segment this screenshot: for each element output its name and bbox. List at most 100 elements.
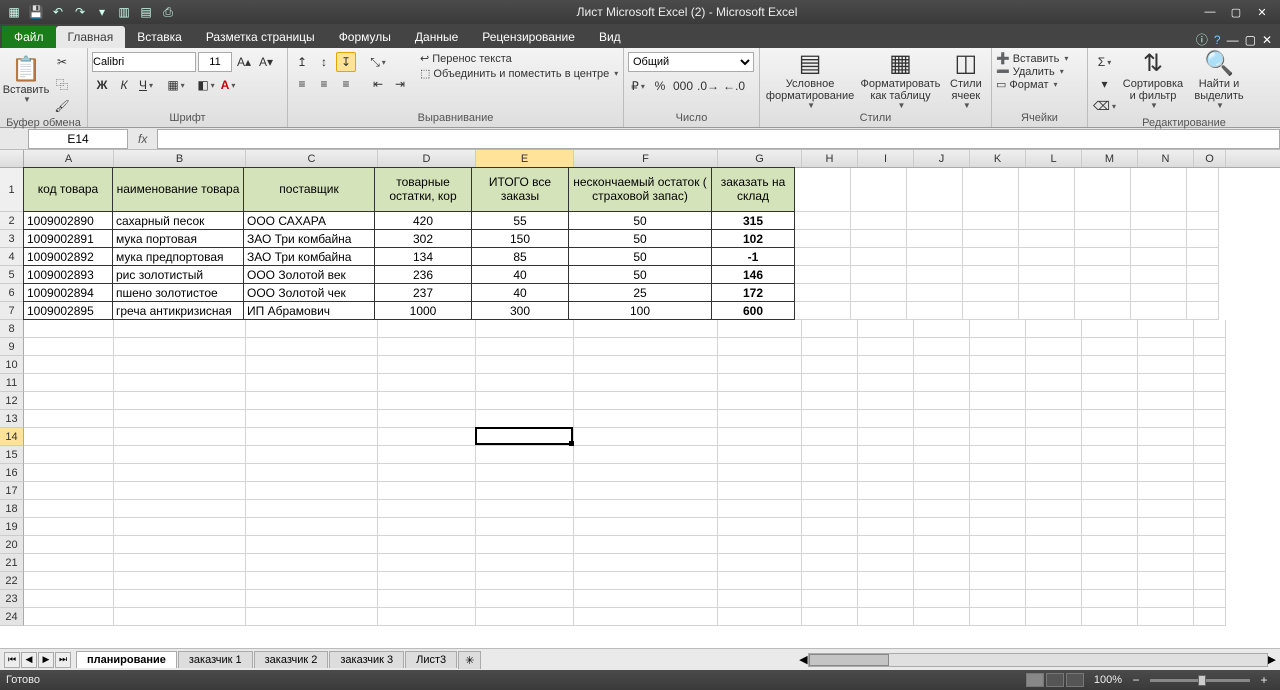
cell-O20[interactable]	[1194, 536, 1226, 554]
cell-E15[interactable]	[476, 446, 574, 464]
sheet-first-button[interactable]: ⏮	[4, 652, 20, 668]
col-header-J[interactable]: J	[914, 150, 970, 167]
cell-N5[interactable]	[1131, 266, 1187, 284]
cell-I3[interactable]	[851, 230, 907, 248]
cell-A22[interactable]	[24, 572, 114, 590]
sheet-prev-button[interactable]: ◀	[21, 652, 37, 668]
cell-I14[interactable]	[858, 428, 914, 446]
cell-M14[interactable]	[1082, 428, 1138, 446]
col-header-H[interactable]: H	[802, 150, 858, 167]
grow-font-button[interactable]: A▴	[234, 52, 254, 72]
cell-J6[interactable]	[907, 284, 963, 302]
cell-E6[interactable]: 40	[471, 283, 569, 302]
cell-O4[interactable]	[1187, 248, 1219, 266]
cell-E20[interactable]	[476, 536, 574, 554]
font-size-combo[interactable]	[198, 52, 232, 72]
row-header-22[interactable]: 22	[0, 572, 24, 590]
cell-B7[interactable]: греча антикризисная	[112, 301, 244, 320]
format-as-table-button[interactable]: ▦Форматировать как таблицу▼	[860, 52, 941, 110]
cell-E4[interactable]: 85	[471, 247, 569, 266]
cell-L23[interactable]	[1026, 590, 1082, 608]
cell-N10[interactable]	[1138, 356, 1194, 374]
cell-N23[interactable]	[1138, 590, 1194, 608]
cell-L20[interactable]	[1026, 536, 1082, 554]
cell-J14[interactable]	[914, 428, 970, 446]
cell-D11[interactable]	[378, 374, 476, 392]
sheet-tab-заказчик 2[interactable]: заказчик 2	[254, 651, 329, 668]
cell-F23[interactable]	[574, 590, 718, 608]
cell-B11[interactable]	[114, 374, 246, 392]
cell-K18[interactable]	[970, 500, 1026, 518]
cell-N6[interactable]	[1131, 284, 1187, 302]
format-cells-button[interactable]: ▭Формат▾	[996, 78, 1058, 91]
cell-D2[interactable]: 420	[374, 211, 472, 230]
align-center-button[interactable]: ≡	[314, 74, 334, 94]
bold-button[interactable]: Ж	[92, 75, 112, 95]
cell-L2[interactable]	[1019, 212, 1075, 230]
cell-J22[interactable]	[914, 572, 970, 590]
shrink-font-button[interactable]: A▾	[256, 52, 276, 72]
cell-N9[interactable]	[1138, 338, 1194, 356]
cell-G18[interactable]	[718, 500, 802, 518]
cell-O13[interactable]	[1194, 410, 1226, 428]
cell-E18[interactable]	[476, 500, 574, 518]
cell-L1[interactable]	[1019, 168, 1075, 212]
zoom-level[interactable]: 100%	[1094, 674, 1122, 686]
orientation-button[interactable]: ⤡▾	[368, 52, 388, 72]
cell-I20[interactable]	[858, 536, 914, 554]
cell-C18[interactable]	[246, 500, 378, 518]
cell-I13[interactable]	[858, 410, 914, 428]
cell-J2[interactable]	[907, 212, 963, 230]
cell-B5[interactable]: рис золотистый	[112, 265, 244, 284]
copy-button[interactable]: ⿻	[52, 74, 72, 94]
cell-G9[interactable]	[718, 338, 802, 356]
clear-button[interactable]: ⌫▾	[1092, 96, 1117, 116]
cell-I6[interactable]	[851, 284, 907, 302]
autosum-button[interactable]: Σ▾	[1092, 52, 1117, 72]
cell-O9[interactable]	[1194, 338, 1226, 356]
file-tab[interactable]: Файл	[2, 26, 56, 48]
row-header-21[interactable]: 21	[0, 554, 24, 572]
cell-H2[interactable]	[795, 212, 851, 230]
cell-J19[interactable]	[914, 518, 970, 536]
cell-G4[interactable]: -1	[711, 247, 795, 266]
cell-D12[interactable]	[378, 392, 476, 410]
cell-B14[interactable]	[114, 428, 246, 446]
cell-M3[interactable]	[1075, 230, 1131, 248]
cell-D14[interactable]	[378, 428, 476, 446]
cell-G7[interactable]: 600	[711, 301, 795, 320]
font-name-combo[interactable]	[92, 52, 196, 72]
format-painter-button[interactable]: 🖌	[52, 96, 72, 116]
cell-D9[interactable]	[378, 338, 476, 356]
cell-L21[interactable]	[1026, 554, 1082, 572]
cell-E24[interactable]	[476, 608, 574, 626]
cell-N18[interactable]	[1138, 500, 1194, 518]
cell-F21[interactable]	[574, 554, 718, 572]
cell-J4[interactable]	[907, 248, 963, 266]
cell-I11[interactable]	[858, 374, 914, 392]
cell-M16[interactable]	[1082, 464, 1138, 482]
sort-filter-button[interactable]: ⇅Сортировка и фильтр▼	[1121, 52, 1185, 110]
cell-K12[interactable]	[970, 392, 1026, 410]
cell-H24[interactable]	[802, 608, 858, 626]
cell-G20[interactable]	[718, 536, 802, 554]
cell-G16[interactable]	[718, 464, 802, 482]
align-right-button[interactable]: ≡	[336, 74, 356, 94]
cell-H6[interactable]	[795, 284, 851, 302]
cell-I4[interactable]	[851, 248, 907, 266]
cell-B21[interactable]	[114, 554, 246, 572]
row-header-14[interactable]: 14	[0, 428, 24, 446]
cell-N15[interactable]	[1138, 446, 1194, 464]
qat-icon[interactable]: ▾	[94, 4, 110, 20]
cell-C21[interactable]	[246, 554, 378, 572]
cell-B4[interactable]: мука предпортовая	[112, 247, 244, 266]
cell-O5[interactable]	[1187, 266, 1219, 284]
cell-I16[interactable]	[858, 464, 914, 482]
cell-N14[interactable]	[1138, 428, 1194, 446]
cell-N11[interactable]	[1138, 374, 1194, 392]
font-color-button[interactable]: A▾	[218, 75, 238, 95]
cell-F10[interactable]	[574, 356, 718, 374]
cell-L4[interactable]	[1019, 248, 1075, 266]
cell-E5[interactable]: 40	[471, 265, 569, 284]
cell-I21[interactable]	[858, 554, 914, 572]
